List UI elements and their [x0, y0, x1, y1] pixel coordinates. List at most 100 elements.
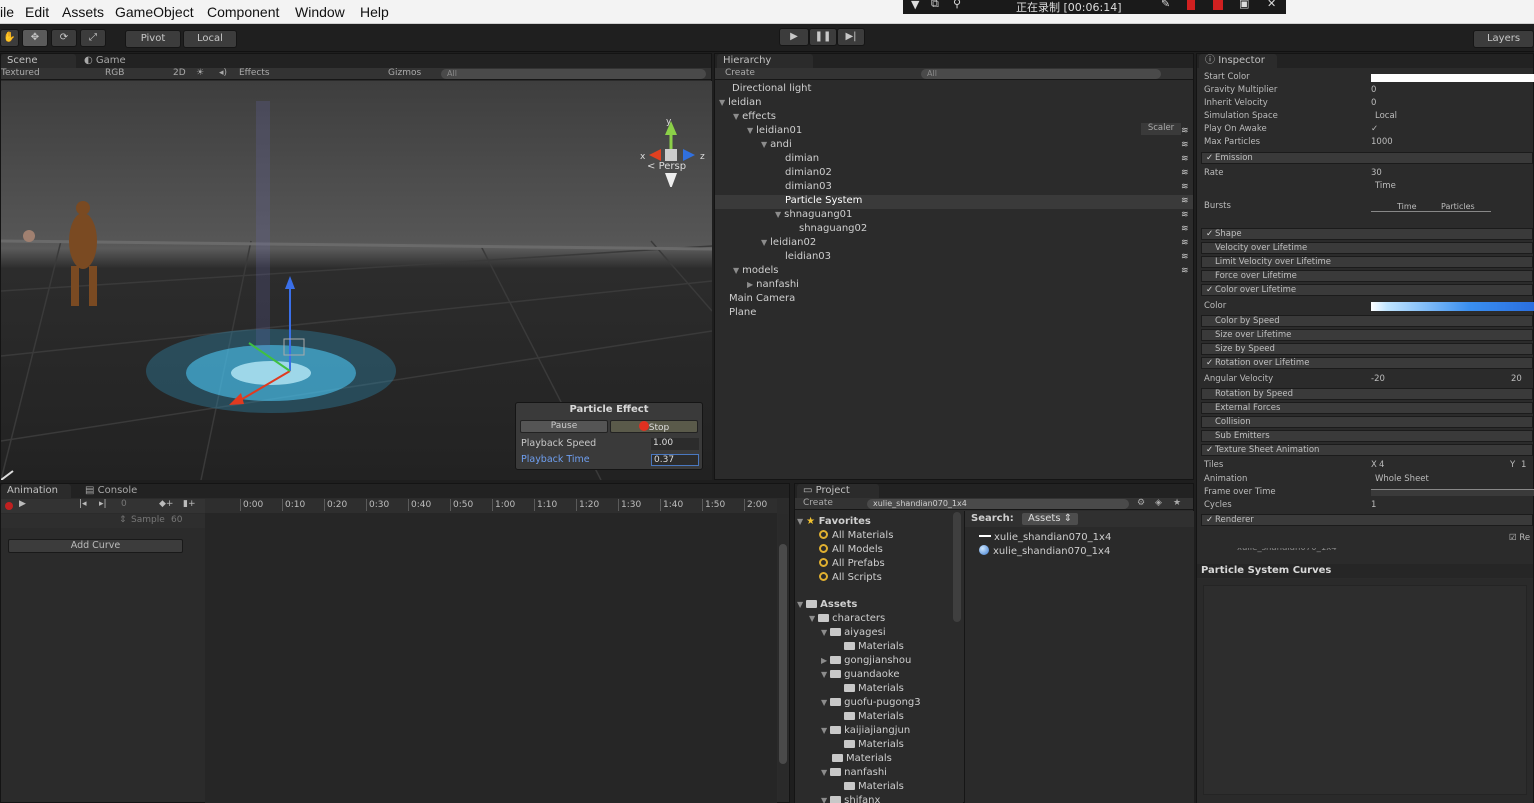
curves-graph[interactable] — [1203, 585, 1527, 795]
folder-item[interactable]: Materials — [844, 640, 904, 654]
tab-console[interactable]: ▤ Console — [79, 484, 149, 498]
favorite-item[interactable]: All Scripts — [819, 571, 882, 585]
pause-button[interactable]: ❚❚ — [809, 28, 837, 46]
expand-arrow-icon[interactable]: ▼ — [821, 796, 827, 803]
2d-toggle[interactable]: 2D — [173, 68, 186, 79]
hierarchy-item[interactable]: dimian03 — [785, 180, 832, 194]
texture-sheet-module[interactable]: ✓ Texture Sheet Animation — [1201, 444, 1533, 456]
pivot-toggle[interactable]: Pivot — [125, 30, 181, 48]
rotation-by-speed-module[interactable]: Rotation by Speed — [1201, 388, 1533, 400]
light-icon[interactable]: ☀ — [196, 68, 204, 79]
favorite-item[interactable]: All Prefabs — [819, 557, 885, 571]
search-icon[interactable]: ⚲ — [953, 0, 961, 10]
sample-field[interactable]: 60 — [171, 515, 182, 525]
hierarchy-item[interactable]: ▼ leidian01 — [747, 124, 802, 138]
folder-item[interactable]: ▼ kaijiajiangjun — [821, 724, 910, 738]
folder-item[interactable]: ▼ nanfashi — [821, 766, 887, 780]
inherit-velocity-field[interactable]: 0 — [1371, 97, 1376, 110]
pen-icon[interactable]: ✎ — [1161, 0, 1170, 10]
size-by-speed-module[interactable]: Size by Speed — [1201, 343, 1533, 355]
search-scope-button[interactable]: Assets ⇕ — [1022, 513, 1079, 525]
menu-gameobject[interactable]: GameObject — [115, 4, 194, 20]
layer-toggle-icons[interactable]: ≋ ≋ ≋ ≋ ≋ ≋ ≋ ≋ ≋ ≋ ≋ — [1181, 124, 1189, 278]
expand-arrow-icon[interactable]: ▼ — [809, 614, 815, 623]
collision-module[interactable]: Collision — [1201, 416, 1533, 428]
playback-speed-field[interactable]: 1.00 — [651, 438, 699, 450]
external-forces-module[interactable]: External Forces — [1201, 402, 1533, 414]
add-keyframe-icon[interactable]: ◆+ — [159, 499, 173, 509]
expand-arrow-icon[interactable]: ▼ — [719, 98, 725, 107]
hierarchy-create-button[interactable]: Create — [725, 68, 755, 79]
hand-tool-icon[interactable]: ✋ — [0, 29, 19, 47]
tab-inspector[interactable]: ⓘ Inspector — [1199, 54, 1277, 68]
color-over-lifetime-module[interactable]: ✓ Color over Lifetime — [1201, 284, 1533, 296]
scene-viewport[interactable]: x y z < Persp Particle Effect Pause Stop… — [1, 81, 712, 480]
folder-item[interactable]: ▼ guandaoke — [821, 668, 900, 682]
next-key-icon[interactable]: ▸| — [99, 499, 107, 509]
expand-arrow-icon[interactable]: ▼ — [821, 726, 827, 735]
scaler-button[interactable]: Scaler — [1141, 123, 1181, 135]
angular-min-field[interactable]: -20 — [1371, 373, 1385, 386]
hierarchy-item[interactable]: Plane — [729, 306, 756, 320]
scale-tool-icon[interactable]: ⤢ — [80, 29, 106, 47]
asset-result-item[interactable]: xulie_shandian070_1x4 — [979, 531, 1111, 545]
hierarchy-item[interactable]: ▼ leidian — [719, 96, 761, 110]
camera-icon[interactable]: ▣ — [1239, 0, 1249, 10]
rate-mode-dropdown[interactable]: Time — [1375, 180, 1396, 193]
gizmos-dropdown[interactable]: Gizmos — [388, 68, 421, 79]
folder-item[interactable]: Materials — [844, 780, 904, 794]
hierarchy-item-selected[interactable]: Particle System — [785, 194, 862, 208]
local-toggle[interactable]: Local — [183, 30, 237, 48]
folder-item[interactable]: Materials — [832, 752, 892, 766]
hierarchy-item[interactable]: Directional light — [729, 82, 811, 96]
prev-key-icon[interactable]: |◂ — [79, 499, 87, 509]
hierarchy-item[interactable]: ▼ models — [733, 264, 779, 278]
checkmark-icon[interactable]: ✓ — [1206, 515, 1215, 525]
module-checkbox[interactable]: ✓ — [1206, 445, 1215, 455]
effects-dropdown[interactable]: Effects — [239, 68, 270, 79]
project-create-button[interactable]: Create — [803, 498, 833, 509]
play-on-awake-checkbox[interactable]: ✓ — [1371, 123, 1378, 136]
layers-dropdown[interactable]: Layers — [1473, 30, 1534, 48]
step-button[interactable]: ▶| — [837, 28, 865, 46]
expand-arrow-icon[interactable]: ▶ — [747, 280, 753, 289]
renderer-module[interactable]: ✓ Renderer — [1201, 514, 1533, 526]
rotate-tool-icon[interactable]: ⟳ — [51, 29, 77, 47]
module-checkbox[interactable]: ✓ — [1206, 285, 1215, 295]
filter-label-icon[interactable]: ◈ — [1155, 498, 1162, 509]
play-icon[interactable]: ▶ — [19, 499, 26, 509]
timeline-area[interactable]: 0:00 0:10 0:20 0:30 0:40 0:50 1:00 1:10 … — [205, 499, 777, 803]
pause-effect-button[interactable]: Pause — [520, 420, 608, 433]
expand-arrow-icon[interactable]: ▼ — [821, 698, 827, 707]
rotation-over-lifetime-module[interactable]: ✓ Rotation over Lifetime — [1201, 357, 1533, 369]
angular-max-field[interactable]: 20 — [1511, 373, 1522, 386]
audio-icon[interactable]: ◂) — [219, 68, 227, 79]
menu-component[interactable]: Component — [207, 4, 279, 20]
folder-item[interactable]: ▼ aiyagesi — [821, 626, 886, 640]
clip-dropdown-icon[interactable]: ⇕ — [119, 515, 127, 525]
hierarchy-item[interactable]: ▼ shnaguang01 — [775, 208, 852, 222]
folder-item[interactable]: Materials — [844, 738, 904, 752]
project-search-input[interactable]: xulie_shandian070_1x4 — [867, 499, 1129, 509]
menu-help[interactable]: Help — [360, 4, 389, 20]
animation-dropdown[interactable]: Whole Sheet — [1375, 473, 1429, 486]
color-by-speed-module[interactable]: Color by Speed — [1201, 315, 1533, 327]
add-curve-button[interactable]: Add Curve — [8, 539, 183, 553]
expand-arrow-icon[interactable]: ▼ — [821, 628, 827, 637]
pause-record-icon[interactable] — [1187, 0, 1195, 10]
folder-item[interactable]: Materials — [844, 710, 904, 724]
expand-arrow-icon[interactable]: ▼ — [733, 266, 739, 275]
shading-dropdown[interactable]: Textured — [1, 68, 40, 79]
hierarchy-item[interactable]: ▶ nanfashi — [747, 278, 799, 292]
tab-hierarchy[interactable]: Hierarchy — [717, 54, 813, 68]
tiles-y-field[interactable]: 1 — [1521, 459, 1526, 472]
record-icon[interactable] — [5, 502, 13, 510]
hierarchy-item[interactable]: dimian — [785, 152, 819, 166]
render-mode-dropdown[interactable]: RGB — [105, 68, 124, 79]
hierarchy-item[interactable]: ▼ andi — [761, 138, 792, 152]
sub-emitters-module[interactable]: Sub Emitters — [1201, 430, 1533, 442]
scene-search-input[interactable]: All — [441, 69, 706, 79]
gravity-field[interactable]: 0 — [1371, 84, 1376, 97]
menu-file[interactable]: ile — [0, 4, 14, 20]
start-color-swatch[interactable] — [1371, 74, 1534, 82]
